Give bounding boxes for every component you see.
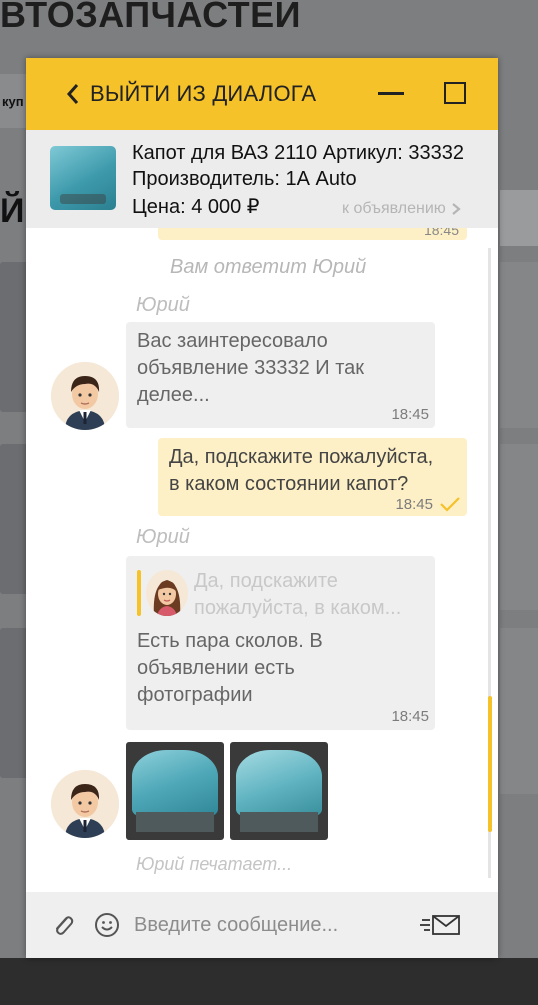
- exit-dialog-label: ВЫЙТИ ИЗ ДИАЛОГА: [90, 81, 317, 106]
- typing-indicator: Юрий печатает...: [136, 854, 293, 874]
- background-button: [500, 190, 538, 246]
- message-text-line: Да, подскажите пожалуйста,: [169, 446, 434, 468]
- chevron-left-icon: [62, 83, 84, 105]
- ad-summary: Капот для ВАЗ 2110 Артикул: 33332 Произв…: [26, 130, 498, 229]
- message-text-line: Есть пара сколов. В: [137, 630, 323, 652]
- maximize-icon[interactable]: [444, 82, 466, 104]
- chat-header: ВЫЙТИ ИЗ ДИАЛОГА: [26, 58, 498, 130]
- ad-title: Капот для ВАЗ 2110 Артикул: 33332: [132, 142, 465, 164]
- photo-attachment[interactable]: [230, 742, 328, 840]
- message-bubble-outgoing: Да, подскажите пожалуйста, в каком состо…: [158, 438, 467, 516]
- ad-price: Цена: 4 000 ₽: [132, 196, 260, 218]
- to-ad-link[interactable]: к объявлению: [342, 200, 462, 218]
- minimize-icon[interactable]: [378, 92, 404, 95]
- customer-avatar: [146, 570, 188, 616]
- message-time: 18:45: [395, 496, 433, 513]
- message-sender: Юрий: [136, 526, 190, 548]
- operator-avatar: [51, 362, 119, 430]
- message-text-line: в каком состоянии капот?: [169, 473, 409, 495]
- system-note: Вам ответит Юрий: [170, 256, 367, 278]
- message-composer: [26, 892, 498, 958]
- ad-thumbnail[interactable]: [50, 146, 116, 210]
- message-input[interactable]: [134, 908, 404, 942]
- quote-bar: [137, 570, 141, 616]
- message-text-line: делее...: [137, 384, 210, 406]
- message-time: 18:45: [423, 228, 459, 238]
- message-bubble-incoming: Да, подскажите пожалуйста, в каком... Ес…: [126, 556, 435, 730]
- paperclip-icon[interactable]: [50, 912, 76, 938]
- message-text-line: фотографии: [137, 684, 253, 706]
- operator-avatar: [51, 770, 119, 838]
- message-list[interactable]: 18:45 Вам ответит Юрий Юрий Вас заинтере…: [26, 228, 498, 892]
- message-text-line: Вас заинтересовало: [137, 330, 328, 352]
- chat-widget: ВЫЙТИ ИЗ ДИАЛОГА Капот для ВАЗ 2110 Арти…: [26, 58, 498, 958]
- background-card: [500, 444, 538, 610]
- background-footer: [0, 958, 538, 1005]
- message-text-line: объявление 33332 И так: [137, 357, 365, 379]
- emoji-icon[interactable]: [94, 912, 120, 938]
- background-card: [500, 262, 538, 428]
- scrollbar-thumb[interactable]: [488, 696, 492, 832]
- message-bubble-incoming: Вас заинтересовало объявление 33332 И та…: [126, 322, 435, 428]
- quote-text-line: пожалуйста, в каком...: [194, 597, 402, 619]
- ad-manufacturer: Производитель: 1А Auto: [132, 168, 357, 190]
- background-card: [500, 628, 538, 794]
- exit-dialog-button[interactable]: ВЫЙТИ ИЗ ДИАЛОГА: [62, 78, 316, 110]
- quote-text-line: Да, подскажите: [194, 570, 338, 592]
- send-icon[interactable]: [420, 912, 462, 938]
- message-time: 18:45: [391, 406, 429, 423]
- to-ad-link-label: к объявлению: [342, 200, 446, 217]
- read-check-icon: [440, 497, 460, 512]
- previous-message-bubble: 18:45: [158, 228, 467, 240]
- background-heading-letter: Й: [0, 192, 25, 230]
- message-text-line: объявлении есть: [137, 657, 295, 679]
- message-time: 18:45: [391, 708, 429, 725]
- chevron-right-icon: [452, 203, 461, 215]
- background-title: ВТОЗАПЧАСТЕЙ: [0, 0, 302, 35]
- photo-attachment[interactable]: [126, 742, 224, 840]
- message-sender: Юрий: [136, 294, 190, 316]
